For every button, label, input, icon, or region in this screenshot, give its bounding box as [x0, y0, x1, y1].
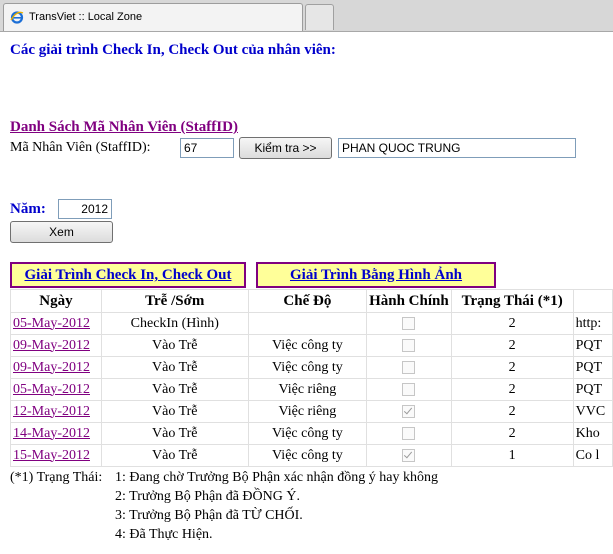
- row-info: Kho: [572, 422, 613, 445]
- row-status: 2: [450, 356, 574, 379]
- row-mode: Việc công ty: [247, 422, 368, 445]
- table-header-row: Ngày Trễ /Sớm Chế Độ Hành Chính Trạng Th…: [10, 289, 613, 313]
- internet-explorer-icon: [10, 11, 24, 24]
- year-input[interactable]: 2012: [58, 199, 112, 219]
- row-info: VVC: [572, 400, 613, 423]
- row-date-link[interactable]: 15-May-2012: [10, 444, 102, 467]
- row-date-link[interactable]: 05-May-2012: [10, 378, 102, 401]
- row-info: PQT: [572, 356, 613, 379]
- row-late-early: Vào Trễ: [100, 400, 249, 423]
- tab-image-explanation[interactable]: Giải Trình Bằng Hình Ảnh: [256, 262, 496, 288]
- staff-id-input[interactable]: 67: [180, 138, 234, 158]
- explanation-table: Ngày Trễ /Sớm Chế Độ Hành Chính Trạng Th…: [10, 289, 613, 467]
- staff-id-label: Mã Nhân Viên (StaffID):: [10, 140, 151, 155]
- row-admin-cell: [366, 334, 452, 357]
- row-mode: Việc công ty: [247, 444, 368, 467]
- row-admin-cell: [366, 356, 452, 379]
- note-line: 3: Trưởng Bộ Phận đã TỪ CHỐI.: [115, 508, 303, 523]
- row-mode: [247, 312, 368, 335]
- col-header-admin: Hành Chính: [366, 289, 452, 313]
- row-mode: Việc riêng: [247, 400, 368, 423]
- col-header-late-early: Trễ /Sớm: [100, 289, 249, 313]
- admin-checkbox: [402, 404, 416, 418]
- row-admin-cell: [366, 422, 452, 445]
- table-row: 05-May-2012 CheckIn (Hình) 2 http:: [10, 312, 613, 335]
- row-date-link[interactable]: 09-May-2012: [10, 356, 102, 379]
- row-status: 2: [450, 378, 574, 401]
- note-line: 4: Đã Thực Hiện.: [115, 527, 213, 542]
- table-row: 12-May-2012 Vào Trễ Việc riêng 2 VVC: [10, 400, 613, 423]
- browser-tab[interactable]: TransViet :: Local Zone: [3, 3, 303, 31]
- row-mode: Việc riêng: [247, 378, 368, 401]
- row-late-early: CheckIn (Hình): [100, 312, 249, 335]
- row-mode: Việc công ty: [247, 356, 368, 379]
- tab-checkin-checkout[interactable]: Giải Trình Check In, Check Out: [10, 262, 246, 288]
- browser-tab-bar: TransViet :: Local Zone: [0, 0, 613, 32]
- row-late-early: Vào Trễ: [100, 334, 249, 357]
- notes-label: (*1) Trạng Thái:: [10, 470, 103, 485]
- admin-checkbox: [402, 448, 416, 462]
- year-label: Năm:: [10, 201, 46, 217]
- note-line: 2: Trưởng Bộ Phận đã ĐỒNG Ý.: [115, 489, 300, 504]
- staff-section-title[interactable]: Danh Sách Mã Nhân Viên (StaffID): [10, 119, 238, 136]
- table-row: 05-May-2012 Vào Trễ Việc riêng 2 PQT: [10, 378, 613, 401]
- check-button[interactable]: Kiểm tra >>: [239, 137, 332, 159]
- row-date-link[interactable]: 12-May-2012: [10, 400, 102, 423]
- tab-image-explanation-link[interactable]: Giải Trình Bằng Hình Ảnh: [290, 267, 462, 283]
- page-content: Các giải trình Check In, Check Out của n…: [0, 32, 613, 554]
- row-date-link[interactable]: 14-May-2012: [10, 422, 102, 445]
- row-date-link[interactable]: 09-May-2012: [10, 334, 102, 357]
- row-admin-cell: [366, 378, 452, 401]
- row-date-link[interactable]: 05-May-2012: [10, 312, 102, 335]
- admin-checkbox: [402, 338, 416, 352]
- staff-name-field[interactable]: PHAN QUOC TRUNG: [338, 138, 576, 158]
- col-header-mode: Chế Độ: [247, 289, 368, 313]
- row-late-early: Vào Trễ: [100, 378, 249, 401]
- page-title: Các giải trình Check In, Check Out của n…: [10, 42, 336, 58]
- col-header-date: Ngày: [10, 289, 102, 313]
- row-late-early: Vào Trễ: [100, 444, 249, 467]
- browser-tab-title: TransViet :: Local Zone: [29, 11, 143, 23]
- table-row: 14-May-2012 Vào Trễ Việc công ty 2 Kho: [10, 422, 613, 445]
- row-mode: Việc công ty: [247, 334, 368, 357]
- row-status: 2: [450, 422, 574, 445]
- admin-checkbox: [402, 426, 416, 440]
- row-status: 2: [450, 400, 574, 423]
- admin-checkbox: [402, 360, 416, 374]
- admin-checkbox: [402, 382, 416, 396]
- row-status: 2: [450, 334, 574, 357]
- row-admin-cell: [366, 400, 452, 423]
- view-button[interactable]: Xem: [10, 221, 113, 243]
- row-status: 2: [450, 312, 574, 335]
- admin-checkbox: [402, 316, 416, 330]
- row-info: PQT: [572, 378, 613, 401]
- new-tab-button[interactable]: [305, 4, 334, 30]
- note-line: 1: Đang chờ Trưởng Bộ Phận xác nhận đồng…: [115, 470, 438, 485]
- table-row: 09-May-2012 Vào Trễ Việc công ty 2 PQT: [10, 334, 613, 357]
- status-notes: (*1) Trạng Thái: 1: Đang chờ Trưởng Bộ Ph…: [10, 468, 438, 544]
- row-info: Co l: [572, 444, 613, 467]
- row-late-early: Vào Trễ: [100, 356, 249, 379]
- row-status: 1: [450, 444, 574, 467]
- row-admin-cell: [366, 312, 452, 335]
- row-info: http:: [572, 312, 613, 335]
- col-header-info: [572, 289, 613, 313]
- row-admin-cell: [366, 444, 452, 467]
- table-row: 09-May-2012 Vào Trễ Việc công ty 2 PQT: [10, 356, 613, 379]
- row-info: PQT: [572, 334, 613, 357]
- col-header-status: Trạng Thái (*1): [450, 289, 574, 313]
- tab-checkin-checkout-link[interactable]: Giải Trình Check In, Check Out: [25, 267, 232, 283]
- table-row: 15-May-2012 Vào Trễ Việc công ty 1 Co l: [10, 444, 613, 467]
- row-late-early: Vào Trễ: [100, 422, 249, 445]
